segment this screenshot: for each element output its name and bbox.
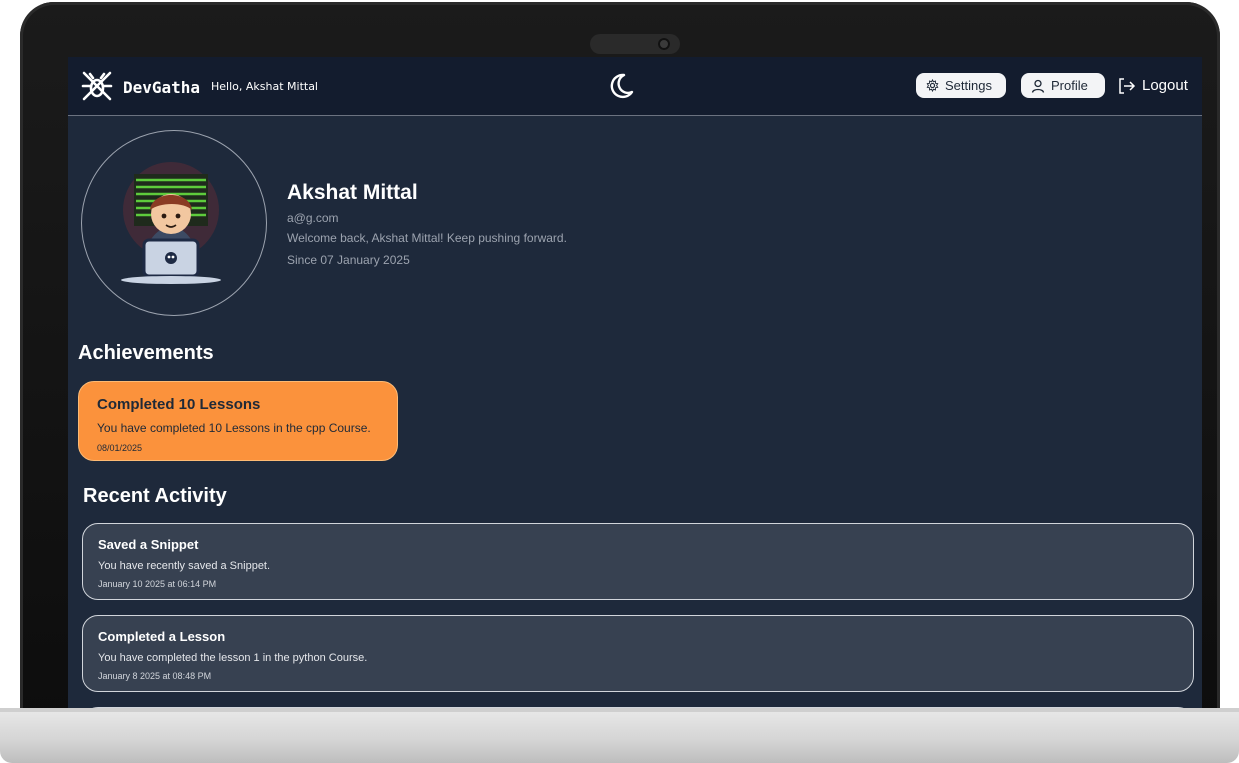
avatar: [121, 162, 221, 284]
bug-logo-icon[interactable]: [80, 69, 114, 103]
achievement-card[interactable]: Completed 10 Lessons You have completed …: [78, 381, 398, 461]
laptop-hinge: [0, 708, 1239, 712]
achievement-description: You have completed 10 Lessons in the cpp…: [97, 421, 371, 435]
greeting-text: Hello, Akshat Mittal: [211, 80, 318, 93]
logout-icon: [1119, 77, 1136, 94]
recent-activity-heading: Recent Activity: [83, 485, 227, 507]
gear-icon: [926, 79, 939, 92]
navbar: DevGatha Hello, Akshat Mittal Settings P…: [68, 57, 1202, 116]
achievements-heading: Achievements: [78, 342, 214, 364]
profile-label: Profile: [1051, 78, 1088, 93]
user-name: Akshat Mittal: [287, 181, 418, 204]
welcome-message: Welcome back, Akshat Mittal! Keep pushin…: [287, 231, 567, 245]
user-email: a@g.com: [287, 211, 339, 225]
laptop-base: [0, 708, 1239, 763]
brand-name[interactable]: DevGatha: [123, 78, 200, 97]
activity-card[interactable]: Completed a Lesson You have completed th…: [82, 615, 1194, 692]
achievement-date: 08/01/2025: [97, 443, 143, 453]
camera-icon: [658, 38, 670, 50]
moon-icon[interactable]: [605, 71, 635, 101]
logout-label: Logout: [1142, 77, 1188, 94]
member-since: Since 07 January 2025: [287, 253, 410, 267]
activity-title: Completed a Lesson: [98, 629, 226, 644]
activity-card[interactable]: Saved a Snippet You have recently saved …: [82, 523, 1194, 600]
activity-date: January 8 2025 at 08:48 PM: [98, 671, 212, 681]
activity-title: Saved a Snippet: [98, 537, 199, 552]
app-screen: DevGatha Hello, Akshat Mittal Settings P…: [68, 57, 1202, 710]
logout-button[interactable]: Logout: [1118, 77, 1188, 94]
achievement-title: Completed 10 Lessons: [97, 396, 261, 413]
profile-button[interactable]: Profile: [1021, 73, 1105, 98]
user-icon: [1031, 79, 1045, 93]
activity-date: January 10 2025 at 06:14 PM: [98, 579, 217, 589]
activity-description: You have recently saved a Snippet.: [98, 560, 271, 572]
settings-button[interactable]: Settings: [916, 73, 1006, 98]
activity-description: You have completed the lesson 1 in the p…: [98, 652, 368, 664]
settings-label: Settings: [945, 78, 992, 93]
